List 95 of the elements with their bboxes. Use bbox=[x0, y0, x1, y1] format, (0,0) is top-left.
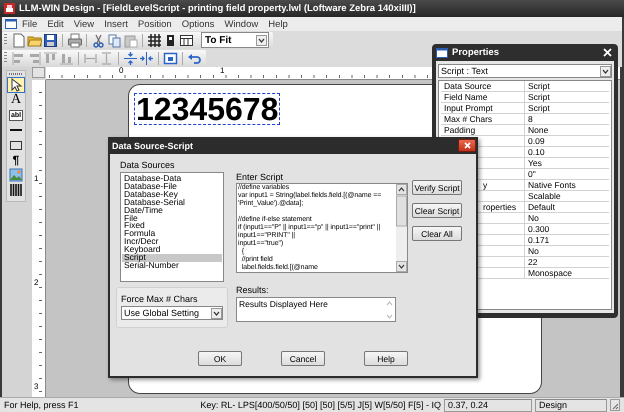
list-item[interactable]: Fixed bbox=[122, 222, 222, 230]
window-title: LLM-WIN Design - [FieldLevelScript - printing field property.lwl (Loftware Zebra 140xiIII)] bbox=[19, 3, 416, 14]
key-text: Key: RL- LPS[400/50/50] [50] [50] [5/5] J[5] W[5/50] F[5] - IQ bbox=[200, 400, 441, 410]
menu-item[interactable]: File bbox=[17, 18, 42, 30]
list-item[interactable]: Database-Key bbox=[122, 190, 222, 199]
property-value[interactable]: Script bbox=[525, 103, 609, 113]
property-name: Data Source bbox=[441, 81, 525, 91]
property-value[interactable]: 0" bbox=[525, 169, 609, 179]
list-item[interactable]: Keyboard bbox=[122, 246, 222, 254]
ruler-number: 1 bbox=[34, 175, 38, 183]
property-name: Max # Chars bbox=[441, 114, 525, 124]
table-icon[interactable] bbox=[179, 32, 194, 48]
menu-item[interactable]: Window bbox=[219, 18, 264, 30]
property-value[interactable]: Scalable bbox=[525, 191, 609, 201]
list-label: Data Sources bbox=[120, 160, 176, 170]
script-label: Enter Script bbox=[236, 172, 284, 182]
list-item[interactable]: Date/Time bbox=[122, 206, 222, 215]
dialog-title: Data Source-Script bbox=[112, 140, 194, 150]
pointer-icon[interactable] bbox=[9, 78, 23, 92]
script-button[interactable]: Clear Script bbox=[412, 203, 462, 218]
property-value[interactable]: Native Fonts bbox=[525, 180, 609, 190]
property-value[interactable]: None bbox=[525, 125, 609, 135]
list-item[interactable]: Incr/Decr bbox=[122, 238, 222, 246]
list-item[interactable]: Database-Data bbox=[122, 175, 222, 183]
zoom-dropdown[interactable]: To Fit bbox=[201, 32, 269, 48]
list-item[interactable]: Database-Serial bbox=[122, 198, 222, 207]
frame-icon[interactable] bbox=[163, 50, 178, 66]
property-name: Input Prompt bbox=[441, 103, 525, 113]
close-button[interactable] bbox=[601, 48, 614, 57]
print-icon[interactable] bbox=[67, 32, 82, 48]
dialog-button[interactable]: OK bbox=[198, 351, 242, 366]
help-text: For Help, press F1 bbox=[4, 400, 80, 410]
property-value[interactable]: 8 bbox=[525, 114, 609, 124]
menu-item[interactable]: Insert bbox=[99, 18, 133, 30]
close-button[interactable] bbox=[458, 139, 476, 152]
menu-item[interactable]: Help bbox=[263, 18, 293, 30]
group-label: Force Max # Chars bbox=[121, 294, 199, 304]
list-item[interactable]: Script bbox=[122, 254, 222, 262]
object-dropdown[interactable]: Script : Text bbox=[438, 64, 612, 78]
panel-title: Properties bbox=[452, 47, 500, 58]
app-icon bbox=[4, 3, 15, 14]
cut-icon[interactable] bbox=[91, 32, 106, 48]
list-item[interactable]: File bbox=[122, 214, 222, 222]
menu-item[interactable]: Options bbox=[176, 18, 220, 30]
center-horizontal-icon[interactable] bbox=[139, 50, 154, 66]
list-item[interactable]: Formula bbox=[122, 230, 222, 238]
mode-field: Design bbox=[535, 398, 607, 412]
ruler-number: 0 bbox=[119, 67, 124, 75]
menu-item[interactable]: Edit bbox=[42, 18, 69, 30]
property-name: Padding bbox=[441, 125, 525, 135]
ruler-corner bbox=[32, 67, 45, 78]
center-vertical-icon[interactable] bbox=[123, 50, 138, 66]
picture-icon[interactable] bbox=[9, 168, 23, 182]
max-chars-dropdown[interactable]: Use Global Setting bbox=[121, 306, 223, 320]
menu-item[interactable]: View bbox=[68, 18, 100, 30]
ruler-number: 1 bbox=[220, 67, 224, 75]
list-item[interactable]: Database-File bbox=[122, 182, 222, 191]
property-value[interactable]: 0.10 bbox=[525, 147, 609, 157]
ruler-number: 2 bbox=[34, 279, 38, 287]
close-icon bbox=[464, 142, 470, 149]
property-value[interactable]: 0.171 bbox=[525, 235, 609, 245]
script-button[interactable]: Clear All bbox=[412, 226, 462, 241]
barcode-icon[interactable] bbox=[9, 183, 23, 197]
list-item[interactable]: Serial-Number bbox=[122, 262, 222, 270]
document-icon[interactable] bbox=[5, 19, 17, 29]
property-value[interactable]: No bbox=[525, 213, 609, 223]
position-field: 0.37, 0.24 bbox=[444, 398, 532, 412]
property-value[interactable]: Monospace bbox=[525, 268, 609, 278]
property-value[interactable]: Default bbox=[525, 202, 609, 212]
ruler-number: 3 bbox=[34, 383, 38, 391]
property-value[interactable]: Yes bbox=[525, 158, 609, 168]
property-value[interactable]: 22 bbox=[525, 257, 609, 267]
copy-icon[interactable] bbox=[107, 32, 122, 48]
property-value[interactable]: 0.300 bbox=[525, 224, 609, 234]
rectangle-icon[interactable] bbox=[9, 138, 23, 152]
results-field: Results Displayed Here bbox=[236, 297, 396, 322]
results-label: Results: bbox=[236, 285, 270, 295]
scrollbar-icon bbox=[396, 184, 407, 272]
paste-icon[interactable] bbox=[123, 32, 138, 48]
label-text-field[interactable]: 12345678 bbox=[135, 94, 280, 124]
text-tool[interactable]: A bbox=[10, 94, 22, 106]
property-value[interactable]: Script bbox=[525, 92, 609, 102]
menu-item[interactable]: Position bbox=[132, 18, 177, 30]
property-value[interactable]: Script bbox=[525, 81, 609, 91]
property-value[interactable]: No bbox=[525, 246, 609, 256]
paragraph-tool[interactable]: ¶ bbox=[12, 154, 20, 166]
window-icon bbox=[436, 48, 448, 58]
save-icon[interactable] bbox=[43, 32, 58, 48]
script-button[interactable]: Verify Script bbox=[412, 180, 462, 195]
dialog-button[interactable]: Help bbox=[364, 351, 408, 366]
grid-icon[interactable] bbox=[147, 32, 162, 48]
dialog-button[interactable]: Cancel bbox=[281, 351, 325, 366]
property-name: Field Name bbox=[441, 92, 525, 102]
close-icon bbox=[603, 48, 612, 57]
property-value[interactable]: 0.09 bbox=[525, 136, 609, 146]
